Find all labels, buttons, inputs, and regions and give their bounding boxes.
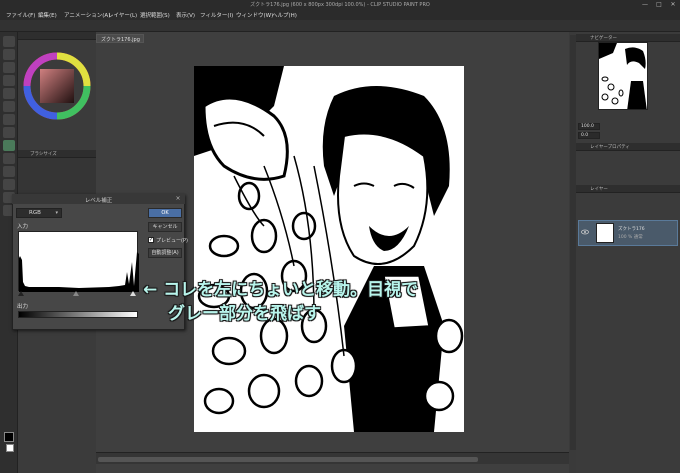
layer-property-title: レイヤープロパティ: [590, 145, 630, 150]
navigator-preview: [599, 43, 647, 109]
black-point-handle[interactable]: [18, 291, 24, 296]
channel-value: RGB: [29, 210, 41, 216]
menu-bar: ファイル(F) 編集(E) アニメーション(A) レイヤー(L) 選択範囲(S)…: [0, 9, 680, 20]
rotate-value: 0.0: [581, 133, 589, 138]
main-color-swatch[interactable]: [4, 432, 14, 442]
annotation-line-1: ← コレを左にちょいと移動。目視で: [143, 280, 419, 300]
color-wheel[interactable]: [18, 42, 96, 137]
layer-opacity-mode: 100 % 通常: [618, 235, 643, 240]
cancel-button[interactable]: キャンセル: [148, 222, 182, 232]
maximize-button[interactable]: □: [652, 0, 666, 9]
brush-size-panel-header: ブラシサイズ: [18, 150, 96, 158]
preview-label: プレビュー(P): [156, 238, 188, 244]
canvas-artwork[interactable]: [194, 66, 464, 432]
rotate-field[interactable]: 0.0: [578, 132, 600, 139]
auto-adjust-button[interactable]: 自動調整(A): [148, 248, 182, 258]
layer-panel-title: レイヤー: [590, 187, 608, 192]
manga-illustration: [194, 66, 464, 432]
eraser-tool-icon[interactable]: [3, 166, 15, 177]
annotation-line-2: グレー部分を飛ばす: [168, 304, 321, 324]
brush-size-title: ブラシサイズ: [30, 152, 57, 157]
sub-color-swatch[interactable]: [6, 444, 14, 452]
output-gradient[interactable]: [18, 311, 138, 318]
input-label: 入力: [17, 224, 29, 230]
ok-button[interactable]: OK: [148, 208, 182, 218]
layer-name: ズクトラ176: [618, 227, 645, 232]
layer-row[interactable]: [578, 220, 678, 246]
channel-select[interactable]: RGB ▾: [16, 208, 62, 218]
airbrush-tool-icon[interactable]: [3, 140, 15, 151]
dialog-title-bar[interactable]: レベル補正: [12, 194, 185, 204]
navigator-thumbnail[interactable]: [598, 42, 648, 110]
blend-tool-icon[interactable]: [3, 179, 15, 190]
minimize-button[interactable]: —: [638, 0, 652, 9]
histogram-graph: [19, 252, 139, 292]
menu-edit[interactable]: 編集(E): [38, 11, 57, 19]
dialog-close-icon[interactable]: ×: [173, 195, 183, 203]
menu-selection[interactable]: 選択範囲(S): [140, 11, 170, 19]
midpoint-handle[interactable]: [73, 291, 79, 296]
document-tab-label: ズクトラ176.jpg: [101, 37, 140, 43]
menu-file[interactable]: ファイル(F): [6, 11, 35, 19]
move-tool-icon[interactable]: [3, 49, 15, 60]
decoration-tool-icon[interactable]: [3, 153, 15, 164]
pencil-tool-icon[interactable]: [3, 114, 15, 125]
selection-tool-icon[interactable]: [3, 75, 15, 86]
output-label: 出力: [17, 304, 29, 310]
zoom-field[interactable]: 100.0: [578, 123, 600, 130]
brush-size-panel: [18, 158, 96, 198]
zoom-value: 100.0: [581, 124, 594, 129]
pen-tool-icon[interactable]: [3, 101, 15, 112]
layer-panel-header: レイヤー: [576, 185, 680, 193]
eye-icon[interactable]: [581, 229, 589, 235]
menu-animation[interactable]: アニメーション(A): [64, 11, 110, 19]
command-bar: [0, 20, 680, 32]
operation-tool-icon[interactable]: [3, 62, 15, 73]
layer-thumbnail: [596, 223, 614, 243]
navigator-title: ナビゲーター: [590, 36, 617, 41]
preview-checkbox[interactable]: ✓ プレビュー(P): [148, 236, 188, 245]
close-window-button[interactable]: ✕: [666, 0, 680, 9]
menu-layer[interactable]: レイヤー(L): [108, 11, 137, 19]
white-point-handle[interactable]: [130, 291, 136, 296]
color-wheel-panel: [18, 42, 96, 137]
menu-window[interactable]: ウィンドウ(W): [236, 11, 273, 19]
menu-help[interactable]: ヘルプ(H): [272, 11, 297, 19]
color-panel-header: [18, 32, 96, 40]
eyedropper-tool-icon[interactable]: [3, 88, 15, 99]
horizontal-scrollbar[interactable]: [98, 457, 478, 462]
dialog-title: レベル補正: [84, 198, 113, 204]
navigator-header: ナビゲーター: [576, 34, 680, 42]
brush-tool-icon[interactable]: [3, 127, 15, 138]
menu-filter[interactable]: フィルター(I): [200, 11, 233, 19]
window-title: ズクトラ176.jpg (600 x 800px 300dpi 100.0%) …: [250, 2, 430, 8]
menu-view[interactable]: 表示(V): [176, 11, 195, 19]
check-icon: ✓: [148, 237, 154, 243]
title-bar: ズクトラ176.jpg (600 x 800px 300dpi 100.0%) …: [0, 0, 680, 9]
zoom-tool-icon[interactable]: [3, 36, 15, 47]
chevron-down-icon: ▾: [55, 210, 58, 216]
input-histogram[interactable]: [18, 231, 139, 292]
layer-property-header: レイヤープロパティ: [576, 143, 680, 151]
document-tab[interactable]: ズクトラ176.jpg: [96, 34, 144, 43]
input-slider-track[interactable]: [16, 290, 140, 296]
